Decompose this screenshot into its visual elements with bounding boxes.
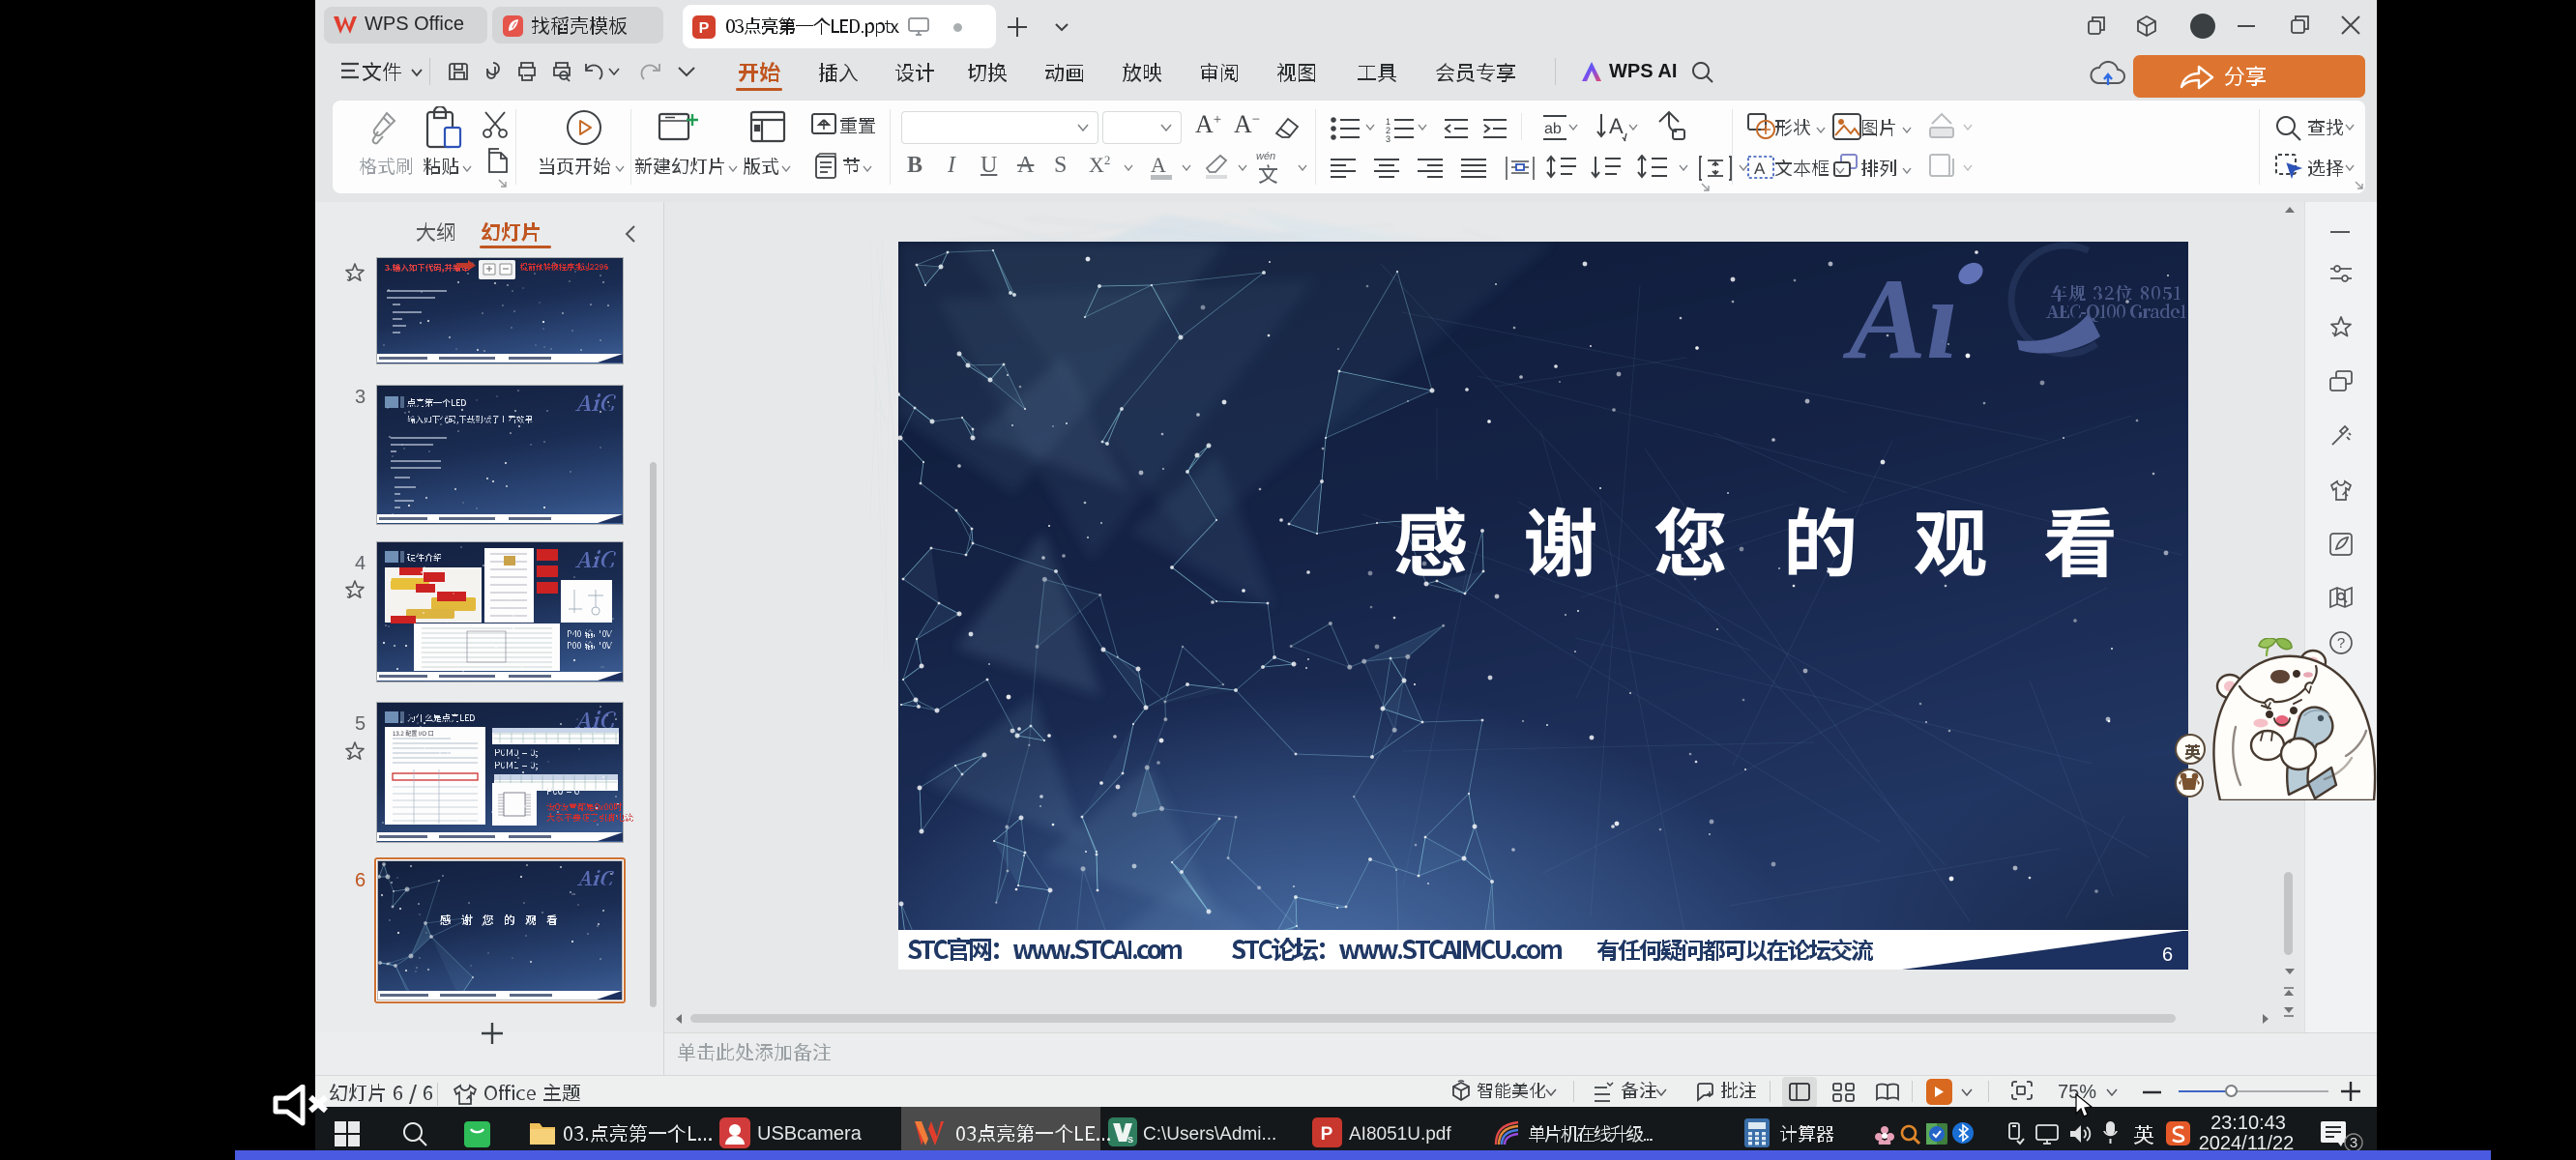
svg-text:5: 5 (355, 713, 366, 735)
svg-text:4: 4 (355, 553, 366, 574)
svg-text:3: 3 (355, 387, 366, 408)
svg-text:Aı: Aı (1842, 254, 1958, 383)
svg-text:6: 6 (2162, 944, 2173, 966)
svg-text:6: 6 (355, 870, 366, 891)
